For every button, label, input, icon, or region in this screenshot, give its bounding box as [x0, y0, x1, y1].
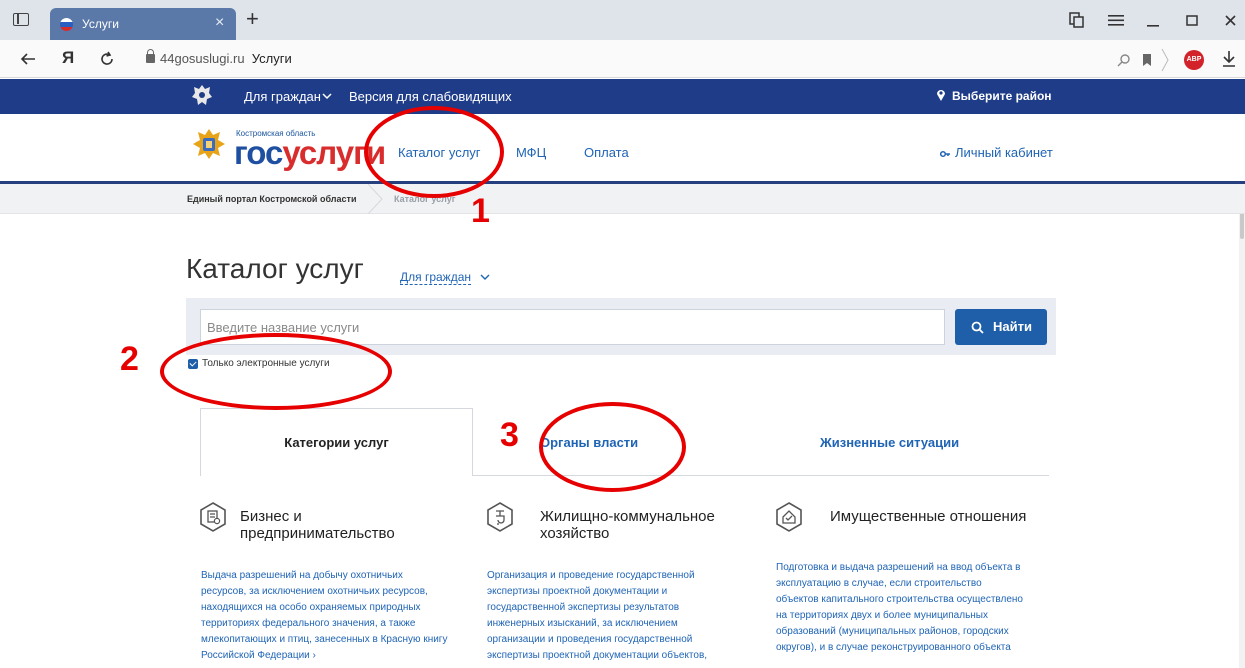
personal-cabinet-label: Личный кабинет	[955, 145, 1053, 160]
lock-icon[interactable]	[146, 49, 155, 63]
business-icon	[200, 502, 226, 532]
favicon-icon	[60, 18, 73, 31]
annotation-number-2: 2	[120, 340, 139, 378]
desc-line: объектов капитального строительства осущ…	[776, 594, 1023, 605]
breadcrumb-home[interactable]: Единый портал Костромской области	[187, 194, 356, 204]
browser-tab[interactable]: Услуги ×	[50, 8, 236, 40]
url-domain: 44gosuslugi.ru	[160, 51, 245, 66]
desc-line: экспертизы проектной документации и	[487, 586, 668, 597]
nav-payment[interactable]: Оплата	[584, 145, 629, 160]
audience-selector[interactable]: Для граждан	[400, 270, 490, 285]
divider-chevron-icon	[1161, 48, 1169, 72]
url-field[interactable]: 44gosuslugi.ru Услуги	[160, 51, 292, 66]
choose-district-link[interactable]: Выберите район	[952, 89, 1052, 103]
category-title-line: хозяйство	[540, 525, 610, 542]
for-citizens-link[interactable]: Для граждан	[244, 89, 321, 104]
audience-label: Для граждан	[400, 270, 472, 285]
browser-tab-bar: Услуги × +	[0, 0, 1245, 40]
desc-line: ресурсов, за исключением охотничьих ресу…	[201, 586, 428, 597]
personal-cabinet-link[interactable]: Личный кабинет	[939, 145, 1053, 160]
breadcrumb: Единый портал Костромской области Катало…	[0, 184, 1245, 214]
annotation-number-3: 3	[500, 416, 519, 454]
category-title-line: Имущественные отношения	[830, 508, 1027, 525]
page-title: Каталог услуг	[186, 253, 364, 284]
nav-mfc[interactable]: МФЦ	[516, 145, 546, 160]
reload-icon[interactable]	[99, 51, 115, 67]
desc-line: эксплуатацию в случае, если строительств…	[776, 578, 982, 589]
category-title-line: предпринимательство	[240, 525, 395, 542]
menu-icon[interactable]	[1108, 14, 1124, 26]
minimize-icon[interactable]	[1147, 18, 1161, 28]
annotation-ellipse-3	[539, 402, 686, 492]
desc-line: Подготовка и выдача разрешений на ввод о…	[776, 562, 1021, 573]
category-desc-housing[interactable]: Организация и проведение государственной…	[487, 568, 707, 664]
desc-line: территориях федерального значения, а так…	[201, 618, 416, 629]
address-bar: Я 44gosuslugi.ru Услуги ABP	[0, 40, 1245, 78]
search-page-icon[interactable]	[1117, 53, 1131, 67]
desc-line: на территориях двух и более муниципальны…	[776, 610, 988, 621]
desc-line: Выдача разрешений на добычу охотничьих	[201, 570, 403, 581]
tab-title: Услуги	[82, 17, 119, 31]
logo-part-gos: гос	[234, 134, 283, 171]
desc-line: округов), и в случае реконструированного…	[776, 642, 1011, 653]
category-title-property[interactable]: Имущественные отношения	[830, 508, 1026, 525]
maximize-icon[interactable]	[1186, 14, 1200, 28]
category-desc-business[interactable]: Выдача разрешений на добычу охотничьих р…	[201, 568, 447, 664]
bookmark-icon[interactable]	[1141, 53, 1153, 67]
back-arrow-icon[interactable]	[20, 52, 36, 66]
annotation-number-1: 1	[471, 192, 490, 230]
url-page-title: Услуги	[251, 51, 292, 66]
key-icon	[939, 150, 950, 157]
desc-line: государственной экспертизы результатов	[487, 602, 680, 613]
desc-line: Организация и проведение государственной	[487, 570, 695, 581]
category-title-business[interactable]: Бизнес и предпринимательство	[240, 508, 395, 542]
desc-line: экспертизы проектной документации объект…	[487, 650, 708, 661]
location-pin-icon	[937, 90, 945, 101]
desc-line: инженерных изысканий, за исключением	[487, 618, 678, 629]
desc-line: находящихся на особо охраняемых природны…	[201, 602, 421, 613]
annotation-ellipse-1	[364, 106, 504, 198]
category-title-housing[interactable]: Жилищно-коммунальное хозяйство	[540, 508, 715, 542]
tab-close-icon[interactable]: ×	[215, 14, 224, 32]
chevron-down-icon	[480, 274, 490, 280]
crest-icon	[192, 85, 212, 105]
breadcrumb-separator-icon	[367, 184, 383, 214]
yandex-icon[interactable]: Я	[62, 48, 74, 68]
category-title-line: Бизнес и	[240, 508, 302, 525]
desc-line: млекопитающих и птиц, занесенных в Красн…	[201, 634, 448, 645]
site-top-nav: Для граждан Версия для слабовидящих Выбе…	[0, 79, 1245, 114]
close-window-icon[interactable]	[1224, 14, 1238, 28]
tab-categories[interactable]: Категории услуг	[200, 408, 473, 476]
adblock-icon[interactable]: ABP	[1184, 50, 1204, 70]
search-icon	[971, 321, 984, 334]
chevron-down-icon[interactable]	[322, 93, 332, 100]
property-icon	[776, 502, 802, 532]
annotation-ellipse-2	[160, 333, 392, 410]
sidebar-toggle-icon[interactable]	[13, 13, 29, 26]
site-header: Костромская область госуслуги Каталог ус…	[0, 114, 1245, 184]
search-button[interactable]: Найти	[955, 309, 1047, 345]
logo-wordmark[interactable]: госуслуги	[234, 134, 386, 172]
desc-line: образований (муниципальных районов, горо…	[776, 626, 1009, 637]
category-desc-property[interactable]: Подготовка и выдача разрешений на ввод о…	[776, 560, 1023, 656]
tab-life-situations[interactable]: Жизненные ситуации	[820, 435, 959, 450]
search-button-label: Найти	[993, 319, 1032, 334]
download-icon[interactable]	[1222, 50, 1236, 68]
housing-icon	[487, 502, 513, 532]
desc-line: организации и проведения государственной	[487, 634, 693, 645]
bookmark-manager-icon[interactable]	[1068, 12, 1084, 28]
category-title-line: Жилищно-коммунальное	[540, 508, 715, 525]
accessible-version-link[interactable]: Версия для слабовидящих	[349, 89, 512, 104]
logo-emblem-icon[interactable]	[190, 127, 228, 161]
desc-line: Российской Федерации ›	[201, 650, 316, 661]
new-tab-button[interactable]: +	[246, 6, 259, 32]
